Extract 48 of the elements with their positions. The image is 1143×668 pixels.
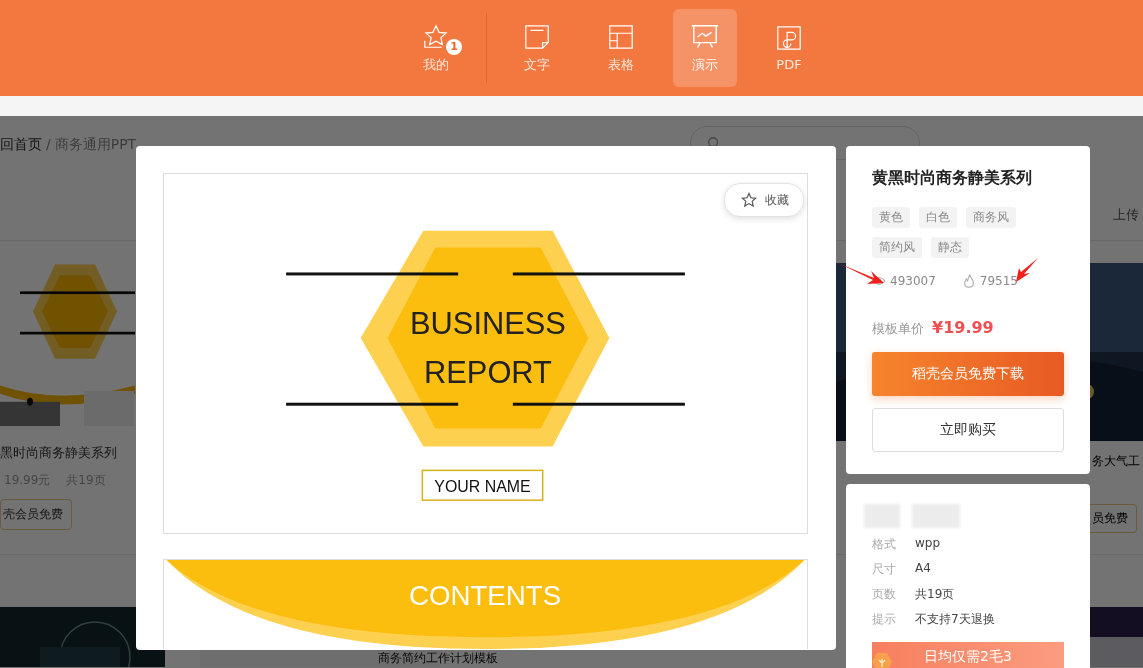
tag-chip[interactable]: 简约风 [872,237,922,258]
breadcrumb-link[interactable]: 回首页 [0,136,42,154]
spec-label: 提示 [872,611,897,628]
tag-chip[interactable]: 白色 [919,207,957,228]
nav-tab[interactable]: 演示 [673,9,737,87]
nav-tab[interactable]: 1 我的 [404,9,468,87]
star-icon [422,22,450,51]
slide-title: BUSINESS [410,306,566,342]
tag-chip[interactable]: 商务风 [966,207,1016,228]
buy-button[interactable]: 立即购买 [872,408,1064,452]
pointer-arrow [1016,258,1038,282]
tag-chip[interactable]: 黄色 [872,207,910,228]
price-value: ¥19.99 [932,318,994,337]
tag-chip[interactable]: 静态 [931,237,969,258]
download-button[interactable]: 稻壳会员免费下载 [872,352,1064,396]
nav-tab[interactable]: PDF [757,9,821,87]
view-count: 493007 [890,274,936,288]
spec-value: 不支持7天退换 [915,611,995,628]
favorite-button[interactable]: 收藏 [724,183,804,217]
slide-heading: CONTENTS [408,579,562,611]
like-count: 79515 [979,274,1018,288]
price-label: 模板单价 [872,320,924,338]
upload-link[interactable]: 上传 [1113,206,1139,224]
slide-title: REPORT [424,354,552,390]
free-button[interactable]: 壳会员免费 [0,499,72,530]
table-icon [607,22,635,51]
spec-label: 尺寸 [872,561,897,578]
promo-banner[interactable]: 日均仅需2毛3 [872,642,1064,668]
name-label: YOUR NAME [421,469,544,501]
card-title[interactable]: 务大气工 [1090,453,1143,470]
spec-value: A4 [915,561,931,577]
pdf-icon [775,24,803,52]
nav-tab[interactable]: 文字 [505,9,569,87]
flame-icon [961,274,976,288]
template-title: 黄黑时尚商务静美系列 [872,168,1033,189]
card-title[interactable]: 商务简约工作计划模板 [378,650,498,667]
spec-value: 共19页 [915,586,955,603]
pointer-arrow [838,261,884,285]
nav-tab[interactable]: 表格 [589,9,653,87]
breadcrumb-separator: / [46,136,51,154]
spec-label: 格式 [872,536,897,553]
spec-label: 页数 [872,586,897,603]
leaf-icon [872,652,892,668]
star-icon [741,192,757,208]
card-title[interactable]: 黑时尚商务静美系列 [0,444,135,462]
spec-value: wpp [915,536,941,552]
count-badge: 1 [446,38,462,55]
document-icon [523,22,551,51]
